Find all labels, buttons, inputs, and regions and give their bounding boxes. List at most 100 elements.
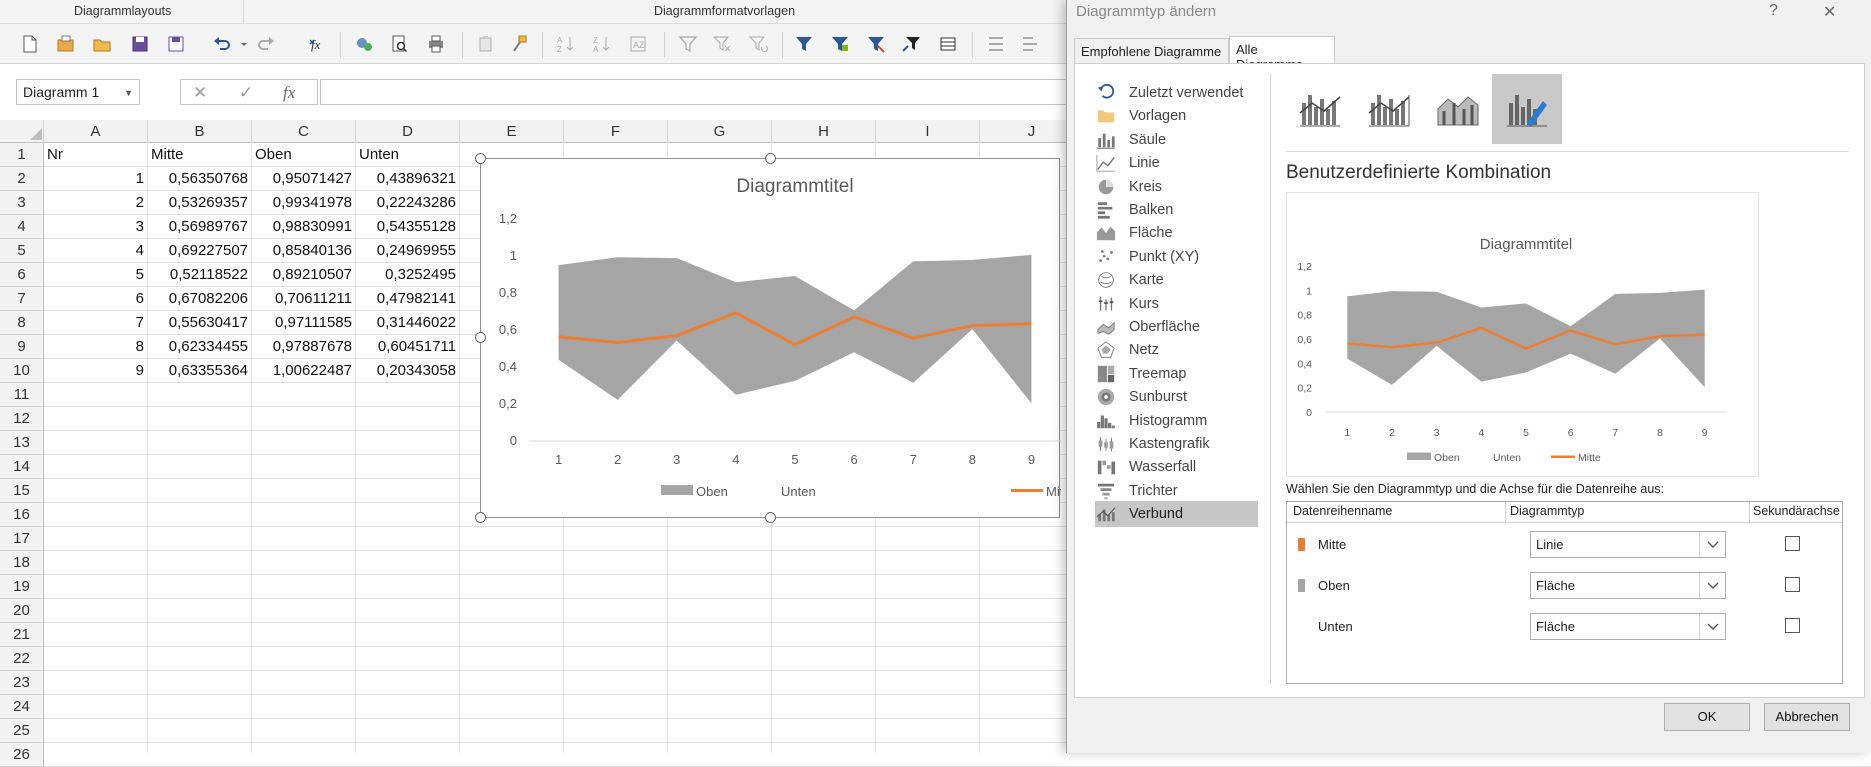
redo-icon[interactable] [254, 32, 278, 56]
secondary-axis-checkbox[interactable] [1785, 577, 1800, 592]
data-cell[interactable]: 0,95071427 [252, 167, 355, 191]
save-as-icon[interactable] [164, 32, 188, 56]
name-box-dropdown-icon[interactable]: ▼ [124, 88, 133, 98]
chart-type-dropdown[interactable]: Fläche [1530, 613, 1726, 640]
header-cell[interactable]: Mitte [148, 143, 251, 167]
data-cell[interactable]: 3 [44, 215, 147, 239]
resize-handle[interactable] [475, 512, 486, 523]
print-icon[interactable] [424, 32, 448, 56]
category-item-funnel[interactable]: Trichter [1095, 478, 1258, 504]
row-header-23[interactable]: 23 [0, 671, 44, 695]
data-cell[interactable]: 0,31446022 [356, 311, 459, 335]
row-header-3[interactable]: 3 [0, 191, 44, 215]
format-painter-icon[interactable] [508, 32, 532, 56]
tab-all-charts[interactable]: Alle Diagramme [1229, 36, 1335, 72]
data-cell[interactable]: 0,60451711 [356, 335, 459, 359]
row-header-1[interactable]: 1 [0, 143, 44, 167]
secondary-axis-checkbox[interactable] [1785, 536, 1800, 551]
chevron-down-icon[interactable] [1699, 614, 1725, 639]
category-item-surface-chart[interactable]: Oberfläche [1095, 314, 1258, 340]
data-cell[interactable]: 0,53269357 [148, 191, 251, 215]
data-cell[interactable]: 0,70611211 [252, 287, 355, 311]
row-header-25[interactable]: 25 [0, 719, 44, 743]
column-header-g[interactable]: G [668, 120, 772, 143]
category-item-column-chart[interactable]: Säule [1095, 127, 1258, 153]
column-header-b[interactable]: B [148, 120, 252, 143]
undo-icon[interactable] [210, 32, 234, 56]
category-item-scatter-chart[interactable]: Punkt (XY) [1095, 244, 1258, 270]
data-cell[interactable]: 2 [44, 191, 147, 215]
category-item-sunburst[interactable]: Sunburst [1095, 384, 1258, 410]
data-cell[interactable]: 0,20343058 [356, 359, 459, 383]
group-icon[interactable] [984, 32, 1008, 56]
row-header-18[interactable]: 18 [0, 551, 44, 575]
data-cell[interactable]: 1,00622487 [252, 359, 355, 383]
ok-button[interactable]: OK [1664, 703, 1750, 731]
category-item-radar-chart[interactable]: Netz [1095, 337, 1258, 363]
insert-function-icon[interactable]: fx [283, 83, 295, 103]
row-header-16[interactable]: 16 [0, 503, 44, 527]
header-cell[interactable]: Unten [356, 143, 459, 167]
data-cell[interactable]: 4 [44, 239, 147, 263]
data-cell[interactable]: 0,99341978 [252, 191, 355, 215]
row-header-17[interactable]: 17 [0, 527, 44, 551]
category-item-folder[interactable]: Vorlagen [1095, 103, 1258, 129]
share-icon[interactable] [352, 32, 376, 56]
category-item-treemap[interactable]: Treemap [1095, 361, 1258, 387]
header-cell[interactable]: Oben [252, 143, 355, 167]
secondary-axis-checkbox[interactable] [1785, 618, 1800, 633]
row-header-11[interactable]: 11 [0, 383, 44, 407]
data-cell[interactable]: 1 [44, 167, 147, 191]
row-header-4[interactable]: 4 [0, 215, 44, 239]
save-icon[interactable] [128, 32, 152, 56]
data-cell[interactable]: 0,24969955 [356, 239, 459, 263]
data-form-icon[interactable] [936, 32, 960, 56]
category-item-boxplot[interactable]: Kastengrafik [1095, 431, 1258, 457]
subtype-custom-combination[interactable] [1492, 74, 1562, 144]
category-item-stock-chart[interactable]: Kurs [1095, 291, 1258, 317]
chevron-down-icon[interactable] [1699, 532, 1725, 557]
data-cell[interactable]: 0,89210507 [252, 263, 355, 287]
print-preview-icon[interactable] [388, 32, 412, 56]
category-item-area-chart[interactable]: Fläche [1095, 220, 1258, 246]
data-cell[interactable]: 0,56989767 [148, 215, 251, 239]
row-header-12[interactable]: 12 [0, 407, 44, 431]
row-header-22[interactable]: 22 [0, 647, 44, 671]
row-header-8[interactable]: 8 [0, 311, 44, 335]
close-icon[interactable]: ✕ [1823, 2, 1836, 22]
row-header-5[interactable]: 5 [0, 239, 44, 263]
category-item-bar-chart[interactable]: Balken [1095, 197, 1258, 223]
subtype-clustered-column-line[interactable] [1285, 74, 1355, 144]
category-item-line-chart[interactable]: Linie [1095, 150, 1258, 176]
row-header-2[interactable]: 2 [0, 167, 44, 191]
row-header-19[interactable]: 19 [0, 575, 44, 599]
category-item-map-chart[interactable]: Karte [1095, 267, 1258, 293]
data-cell[interactable]: 0,54355128 [356, 215, 459, 239]
resize-handle[interactable] [765, 153, 776, 164]
data-cell[interactable]: 0,43896321 [356, 167, 459, 191]
row-header-7[interactable]: 7 [0, 287, 44, 311]
data-cell[interactable]: 6 [44, 287, 147, 311]
row-header-14[interactable]: 14 [0, 455, 44, 479]
category-item-combo-chart[interactable]: Verbund [1095, 501, 1258, 528]
standard-filter-icon[interactable] [828, 32, 852, 56]
row-header-9[interactable]: 9 [0, 335, 44, 359]
ungroup-icon[interactable] [1018, 32, 1042, 56]
row-header-6[interactable]: 6 [0, 263, 44, 287]
cancel-formula-icon[interactable]: ✕ [193, 83, 207, 103]
data-cell[interactable]: 0,98830991 [252, 215, 355, 239]
row-header-21[interactable]: 21 [0, 623, 44, 647]
subtype-area-column[interactable] [1423, 74, 1493, 144]
clear-formula-icon[interactable]: fx [306, 32, 330, 56]
column-header-h[interactable]: H [772, 120, 876, 143]
data-cell[interactable]: 0,22243286 [356, 191, 459, 215]
autofilter-icon[interactable] [792, 32, 816, 56]
data-cell[interactable]: 0,67082206 [148, 287, 251, 311]
data-cell[interactable]: 0,85840136 [252, 239, 355, 263]
data-cell[interactable]: 0,97111585 [252, 311, 355, 335]
embedded-chart[interactable]: Diagrammtitel 0 0,2 0,4 0,6 0,8 1 1,2 1 2 3 4 5 6 7 8 9 O… [475, 153, 1074, 523]
column-header-c[interactable]: C [252, 120, 356, 143]
row-header-10[interactable]: 10 [0, 359, 44, 383]
reapply-filter-icon[interactable] [746, 32, 770, 56]
column-header-f[interactable]: F [564, 120, 668, 143]
